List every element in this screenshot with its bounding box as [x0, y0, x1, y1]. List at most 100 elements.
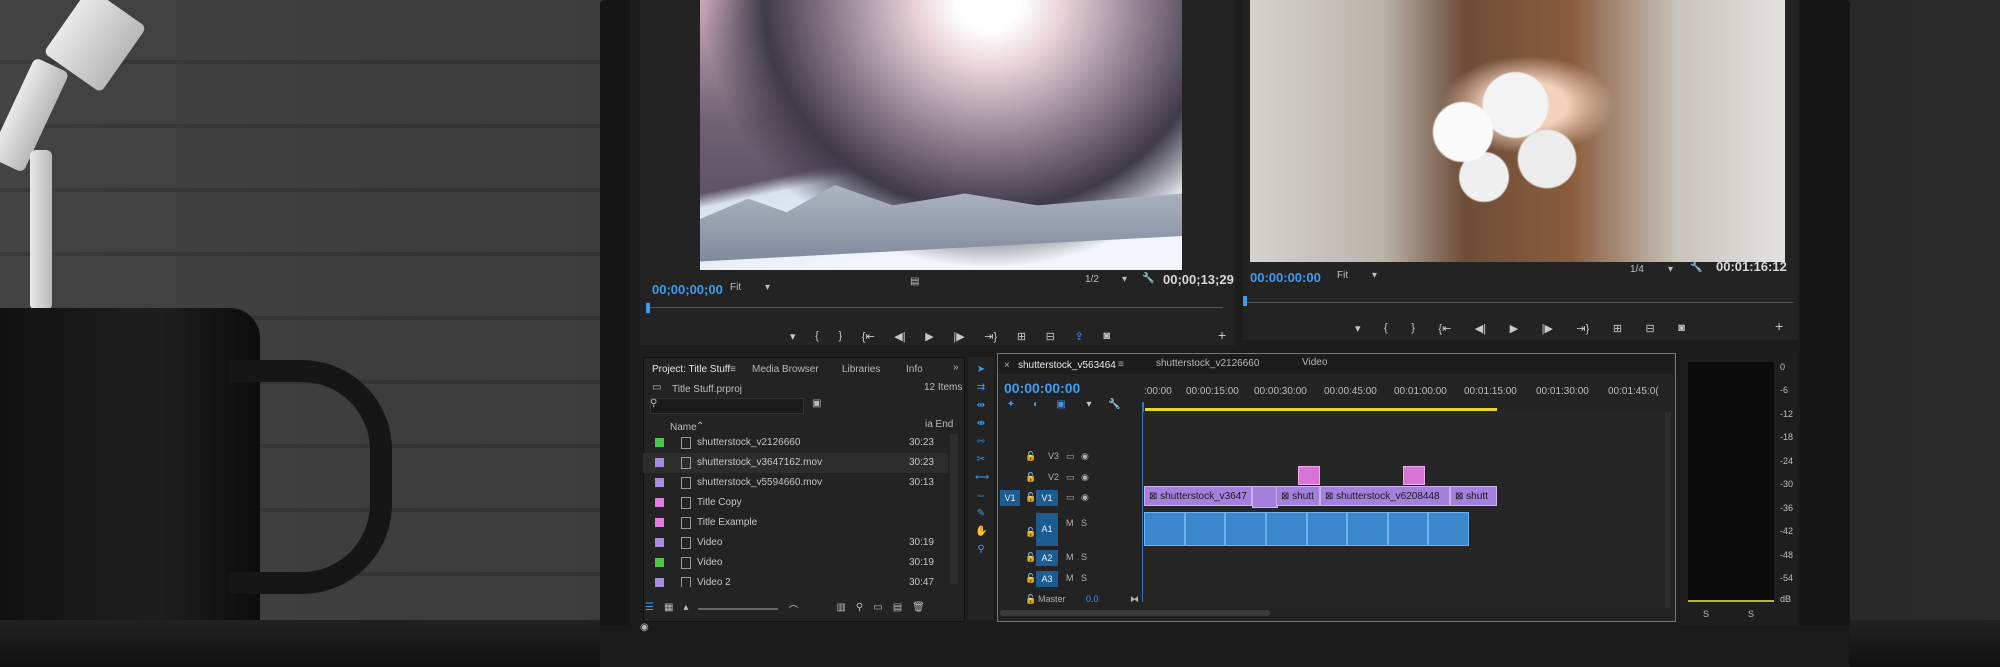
step-forward-icon[interactable]: |▶: [953, 330, 964, 343]
clip-audio-a1[interactable]: [1387, 512, 1429, 546]
sort-icons-icon[interactable]: ⌒: [788, 602, 798, 617]
zoom-out-icon[interactable]: ▴: [683, 602, 688, 617]
hand-icon[interactable]: ✋: [975, 527, 987, 537]
chevron-down-icon[interactable]: ▾: [1122, 274, 1127, 285]
program-timecode-current[interactable]: 00:00:00:00: [1250, 270, 1321, 285]
source-ratio-select[interactable]: 1/2: [1085, 274, 1099, 285]
list-item[interactable]: shutterstock_v5594660.mov 30:13: [643, 473, 948, 493]
slide-icon[interactable]: ⇔: [975, 491, 987, 501]
icon-view-icon[interactable]: ▦: [664, 602, 673, 617]
project-scrollbar[interactable]: [950, 434, 958, 584]
go-to-out-icon[interactable]: ⇥}: [1576, 322, 1589, 335]
marker-icon[interactable]: ▾: [1083, 400, 1095, 410]
list-view-icon[interactable]: ☰: [645, 602, 654, 617]
solo-button[interactable]: S: [1081, 518, 1087, 528]
eye-icon[interactable]: ◉: [1081, 472, 1089, 483]
track-name[interactable]: A1: [1036, 513, 1058, 546]
program-add-button[interactable]: +: [1775, 318, 1783, 334]
tab-media-browser[interactable]: Media Browser: [752, 364, 819, 375]
project-search-input[interactable]: [650, 398, 804, 414]
tab-libraries[interactable]: Libraries: [842, 364, 880, 375]
panel-overflow-icon[interactable]: »: [953, 362, 959, 373]
mark-out-icon[interactable]: }: [838, 330, 842, 343]
source-timeruler[interactable]: [648, 307, 1223, 308]
eye-icon[interactable]: ◉: [1081, 451, 1089, 462]
rate-stretch-icon[interactable]: ⇿: [975, 437, 987, 447]
lock-icon[interactable]: 🔓: [1025, 594, 1036, 605]
add-marker-icon[interactable]: ▣: [1055, 400, 1067, 410]
pen-icon[interactable]: ✎: [975, 509, 987, 519]
wrench-icon[interactable]: 🔧: [1142, 273, 1154, 284]
camera-icon[interactable]: ◙: [1678, 322, 1685, 335]
list-item[interactable]: Video 2 30:47: [643, 573, 948, 587]
sync-lock-icon[interactable]: ▭: [1066, 451, 1075, 462]
source-fit-select[interactable]: Fit: [730, 282, 741, 293]
master-volume[interactable]: 0.0: [1086, 594, 1099, 604]
list-item[interactable]: shutterstock_v3647162.mov 30:23: [643, 453, 948, 473]
track-name[interactable]: A2: [1036, 550, 1058, 566]
clip-audio-a1[interactable]: [1428, 512, 1469, 546]
linked-selection-icon[interactable]: ◐: [1030, 400, 1042, 410]
eye-icon[interactable]: ◉: [1081, 492, 1089, 503]
list-item[interactable]: Title Copy: [643, 493, 948, 513]
track-name[interactable]: A3: [1036, 571, 1058, 587]
program-timeruler[interactable]: [1245, 302, 1793, 303]
list-item[interactable]: shutterstock_v2126660 30:23: [643, 433, 948, 453]
rolling-edit-icon[interactable]: ⇼: [975, 419, 987, 429]
meter-solo-left[interactable]: S: [1703, 609, 1709, 619]
chevron-down-icon[interactable]: ▾: [1668, 264, 1673, 275]
tab-info[interactable]: Info: [906, 364, 923, 375]
sort-ascending-icon[interactable]: ⌃: [696, 421, 704, 432]
clip-video-v1[interactable]: ⊠ shutt: [1450, 486, 1497, 506]
zoom-icon[interactable]: ⚲: [975, 545, 987, 555]
tab-sequence-3[interactable]: Video: [1302, 357, 1327, 368]
lock-icon[interactable]: 🔓: [1025, 552, 1036, 563]
list-item[interactable]: Title Example: [643, 513, 948, 533]
go-to-in-icon[interactable]: {⇤: [862, 330, 875, 343]
mark-in-icon[interactable]: {: [815, 330, 819, 343]
mark-in-icon[interactable]: {: [1384, 322, 1388, 335]
clip-audio-a1[interactable]: [1347, 512, 1388, 546]
step-back-icon[interactable]: ◀|: [1475, 322, 1486, 335]
new-bin-icon[interactable]: ▭: [873, 602, 882, 617]
ripple-edit-icon[interactable]: ⇹: [975, 401, 987, 411]
clip-audio-a1[interactable]: [1225, 512, 1266, 546]
clip-video-v1[interactable]: ⊠ shutterstock_v3647: [1144, 486, 1252, 506]
lock-icon[interactable]: 🔓: [1025, 527, 1036, 538]
list-item[interactable]: Video 30:19: [643, 553, 948, 573]
chevron-down-icon[interactable]: ▾: [1372, 270, 1377, 281]
clip-video-v1[interactable]: [1252, 486, 1278, 508]
razor-icon[interactable]: ✂: [975, 455, 987, 465]
trash-icon[interactable]: 🗑: [912, 602, 925, 617]
clip-video-v1[interactable]: ⊠ shutterstock_v6208448: [1320, 486, 1450, 506]
tab-sequence-2[interactable]: shutterstock_v2126660: [1156, 358, 1259, 369]
tab-project[interactable]: Project: Title Stuff: [652, 364, 730, 375]
mute-button[interactable]: M: [1066, 573, 1074, 583]
timeline-timecode[interactable]: 00:00:00:00: [1004, 380, 1080, 396]
program-playhead[interactable]: [1243, 296, 1247, 306]
close-icon[interactable]: ×: [1004, 360, 1010, 371]
new-bin-icon[interactable]: ▣: [812, 398, 821, 409]
mute-button[interactable]: M: [1066, 552, 1074, 562]
step-back-icon[interactable]: ◀|: [894, 330, 905, 343]
wrench-icon[interactable]: 🔧: [1690, 262, 1702, 273]
source-timecode-current[interactable]: 00;00;00;00: [652, 282, 723, 297]
program-ratio-select[interactable]: 1/4: [1630, 264, 1644, 275]
timeline-hscrollbar[interactable]: [1000, 610, 1270, 616]
source-playhead[interactable]: [646, 303, 650, 313]
track-select-icon[interactable]: ⇉: [975, 383, 987, 393]
timeline-ruler[interactable]: :00:00 00:00:15:00 00:00:30:00 00:00:45:…: [1144, 386, 1669, 406]
meter-solo-right[interactable]: S: [1748, 609, 1754, 619]
step-forward-icon[interactable]: |▶: [1542, 322, 1553, 335]
panel-menu-icon[interactable]: ≡: [730, 364, 736, 375]
panel-menu-icon[interactable]: ≡: [1118, 359, 1124, 370]
find-icon[interactable]: ⚲: [856, 602, 863, 617]
add-marker-icon[interactable]: ▾: [1355, 322, 1361, 335]
mark-out-icon[interactable]: }: [1411, 322, 1415, 335]
play-icon[interactable]: ▶: [925, 330, 933, 343]
clip-audio-a1[interactable]: [1184, 512, 1226, 546]
source-add-button[interactable]: +: [1218, 327, 1226, 343]
camera-icon[interactable]: ◙: [1103, 330, 1110, 343]
column-header-name[interactable]: Name: [670, 422, 697, 433]
lock-icon[interactable]: 🔓: [1025, 573, 1036, 584]
